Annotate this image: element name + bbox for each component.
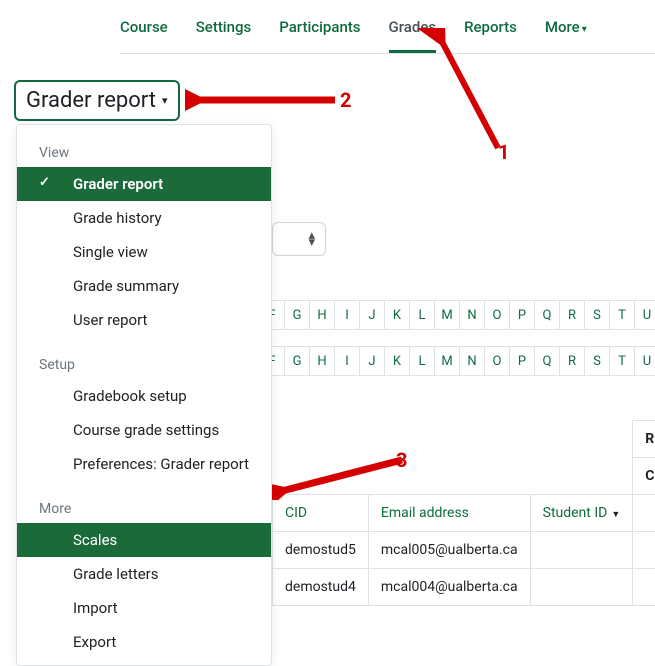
letter-K[interactable]: K [384, 300, 410, 330]
letter-O[interactable]: O [484, 346, 510, 376]
tab-more-label: More [545, 18, 580, 36]
dd-item-user-report[interactable]: User report [17, 303, 271, 337]
dd-item-import[interactable]: Import [17, 591, 271, 625]
annotation-arrow-2 [185, 83, 355, 117]
cell-extra [633, 569, 655, 606]
lastname-filter: FGHIJKLMNOPQRSTU [260, 346, 655, 376]
chevron-down-icon: ▾ [582, 24, 587, 35]
letter-H[interactable]: H [309, 346, 335, 376]
annotation-1: 1 [498, 140, 509, 164]
table-corner-c: C [633, 458, 655, 495]
annotation-2: 2 [340, 88, 351, 112]
dd-item-grade-history[interactable]: Grade history [17, 201, 271, 235]
letter-P[interactable]: P [509, 346, 535, 376]
dd-group-more: More [17, 481, 271, 523]
letter-G[interactable]: G [284, 300, 310, 330]
letter-J[interactable]: J [359, 346, 385, 376]
dd-group-view: View [17, 125, 271, 167]
letter-S[interactable]: S [584, 300, 610, 330]
firstname-filter: FGHIJKLMNOPQRSTU [260, 300, 655, 330]
dd-item-course-grade-settings[interactable]: Course grade settings [17, 413, 271, 447]
table-row: demostud5 mcal005@ualberta.ca [273, 532, 655, 569]
letter-S[interactable]: S [584, 346, 610, 376]
letter-N[interactable]: N [459, 346, 485, 376]
letter-O[interactable]: O [484, 300, 510, 330]
dd-group-setup: Setup [17, 337, 271, 379]
letter-P[interactable]: P [509, 300, 535, 330]
annotation-3: 3 [396, 448, 407, 472]
table-row: demostud4 mcal004@ualberta.ca [273, 569, 655, 606]
course-tabs: Course Settings Participants Grades Repo… [120, 0, 655, 54]
chevron-down-icon: ▾ [162, 94, 168, 107]
letter-H[interactable]: H [309, 300, 335, 330]
cell-email: mcal004@ualberta.ca [368, 569, 530, 606]
dd-item-export[interactable]: Export [17, 625, 271, 659]
cell-sid [530, 569, 633, 606]
letter-Q[interactable]: Q [534, 346, 560, 376]
dd-item-grade-letters[interactable]: Grade letters [17, 557, 271, 591]
report-select[interactable]: Grader report ▾ [14, 80, 180, 121]
letter-M[interactable]: M [434, 346, 460, 376]
cell-extra [633, 532, 655, 569]
dd-item-preferences-grader[interactable]: Preferences: Grader report [17, 447, 271, 481]
report-select-label: Grader report [26, 88, 156, 113]
col-ccid[interactable]: CID [273, 495, 369, 532]
letter-I[interactable]: I [334, 346, 360, 376]
dd-item-gradebook-setup[interactable]: Gradebook setup [17, 379, 271, 413]
dd-item-single-view[interactable]: Single view [17, 235, 271, 269]
col-extra [633, 495, 655, 532]
letter-U[interactable]: U [634, 346, 655, 376]
letter-G[interactable]: G [284, 346, 310, 376]
cell-sid [530, 532, 633, 569]
letter-I[interactable]: I [334, 300, 360, 330]
letter-K[interactable]: K [384, 346, 410, 376]
col-email[interactable]: Email address [368, 495, 530, 532]
cell-ccid: demostud4 [273, 569, 369, 606]
cell-email: mcal005@ualberta.ca [368, 532, 530, 569]
letter-T[interactable]: T [609, 346, 635, 376]
dd-item-scales[interactable]: Scales [17, 523, 271, 557]
dd-item-grader-report[interactable]: Grader report [17, 167, 271, 201]
cell-ccid: demostud5 [273, 532, 369, 569]
letter-M[interactable]: M [434, 300, 460, 330]
letter-N[interactable]: N [459, 300, 485, 330]
tab-settings[interactable]: Settings [196, 18, 252, 53]
tab-reports[interactable]: Reports [464, 18, 517, 53]
table-corner-r: R [633, 421, 655, 458]
letter-T[interactable]: T [609, 300, 635, 330]
grades-table: R C CID Email address Student ID demostu… [272, 420, 655, 606]
tab-participants[interactable]: Participants [279, 18, 360, 53]
dd-item-grade-summary[interactable]: Grade summary [17, 269, 271, 303]
tab-grades[interactable]: Grades [389, 18, 437, 53]
group-select[interactable]: ▴▾ [272, 222, 326, 256]
letter-R[interactable]: R [559, 300, 585, 330]
letter-U[interactable]: U [634, 300, 655, 330]
letter-L[interactable]: L [409, 300, 435, 330]
report-dropdown: View Grader report Grade history Single … [16, 124, 272, 666]
col-student-id[interactable]: Student ID [530, 495, 633, 532]
tab-more[interactable]: More▾ [545, 18, 587, 53]
letter-R[interactable]: R [559, 346, 585, 376]
tab-course[interactable]: Course [120, 18, 168, 53]
updown-icon: ▴▾ [308, 232, 315, 246]
letter-L[interactable]: L [409, 346, 435, 376]
letter-J[interactable]: J [359, 300, 385, 330]
letter-Q[interactable]: Q [534, 300, 560, 330]
